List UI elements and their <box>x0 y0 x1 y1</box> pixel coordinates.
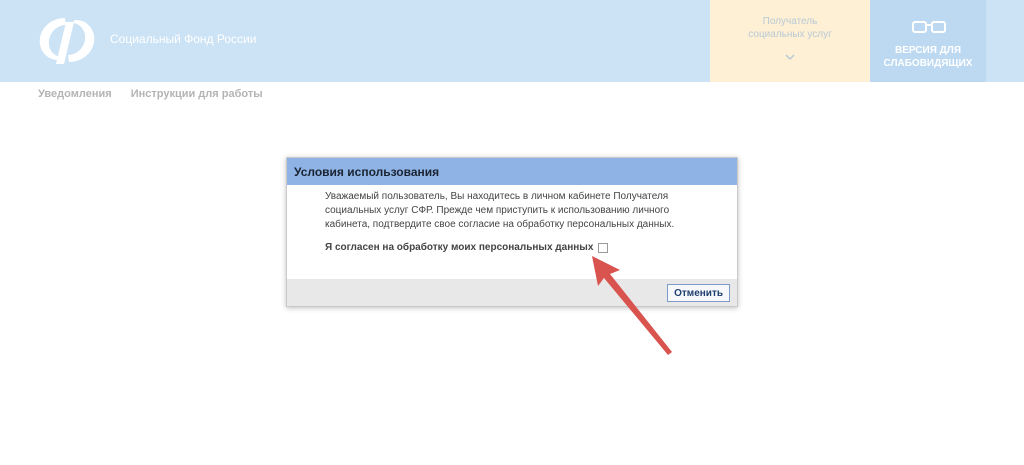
top-nav: Уведомления Инструкции для работы <box>38 88 279 100</box>
consent-label: Я согласен на обработку моих персональны… <box>325 242 594 253</box>
nav-notifications[interactable]: Уведомления <box>38 88 112 100</box>
low-vision-line1: ВЕРСИЯ ДЛЯ <box>894 45 961 56</box>
chevron-down-icon <box>785 54 795 61</box>
glasses-icon <box>912 21 946 33</box>
low-vision-line2: СЛАБОВИДЯЩИХ <box>883 58 973 69</box>
red-arrow-icon <box>592 256 672 355</box>
low-vision-button[interactable]: ВЕРСИЯ ДЛЯ СЛАБОВИДЯЩИХ <box>870 0 986 82</box>
nav-instructions[interactable]: Инструкции для работы <box>131 88 263 100</box>
site-title: Социальный Фонд России <box>110 32 257 46</box>
recipient-role-dropdown[interactable]: Получатель социальных услуг <box>710 0 870 82</box>
low-vision-label: ВЕРСИЯ ДЛЯ СЛАБОВИДЯЩИХ <box>870 44 986 70</box>
header: Социальный Фонд России Получатель социал… <box>0 0 1024 82</box>
recipient-label-line1: Получатель <box>762 16 818 27</box>
dialog-message: Уважаемый пользователь, Вы находитесь в … <box>325 191 675 230</box>
dialog-title: Условия использования <box>287 158 737 185</box>
recipient-label-line2: социальных услуг <box>748 29 832 40</box>
sfr-logo-icon[interactable] <box>36 14 98 66</box>
